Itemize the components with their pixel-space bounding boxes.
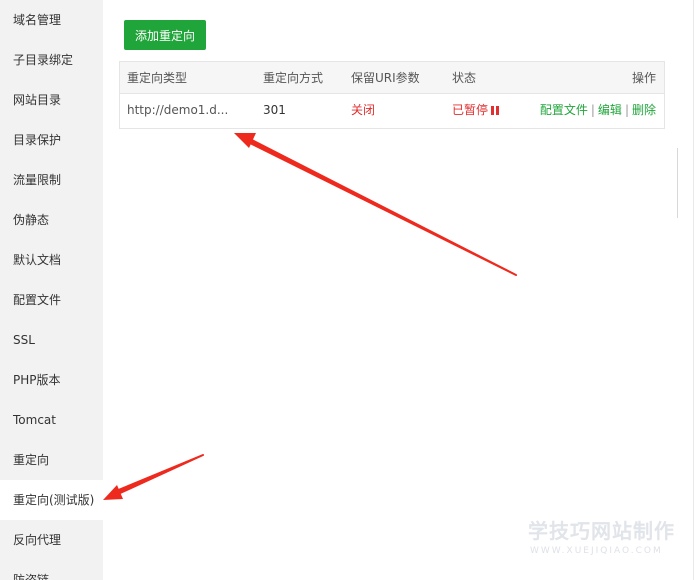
status-text: 已暂停 (452, 103, 489, 117)
delete-link[interactable]: 删除 (632, 103, 656, 117)
sidebar-item-redirect[interactable]: 重定向 (0, 440, 103, 480)
edit-link[interactable]: 编辑 (598, 103, 622, 117)
header-actions: 操作 (631, 71, 656, 85)
header-status: 状态 (452, 71, 477, 85)
action-separator: | (590, 103, 595, 117)
sidebar-item-site-directory[interactable]: 网站目录 (0, 80, 103, 120)
pause-icon (491, 106, 500, 115)
config-file-link[interactable]: 配置文件 (540, 103, 588, 117)
redirect-table: 重定向类型 重定向方式 保留URI参数 状态 操作 http://demo1.d… (119, 61, 665, 129)
header-redirect-type: 重定向类型 (127, 71, 188, 85)
watermark-sub-text: WWW.XUEJIQIAO.COM (530, 546, 663, 556)
table-header: 重定向类型 重定向方式 保留URI参数 状态 操作 (120, 62, 664, 94)
sidebar-item-domain[interactable]: 域名管理 (0, 0, 103, 40)
watermark: 学技巧网站制作 WWW.XUEJIQIAO.COM (528, 515, 688, 565)
sidebar-item-redirect-beta[interactable]: 重定向(测试版) (0, 480, 103, 520)
sidebar-item-directory-protection[interactable]: 目录保护 (0, 120, 103, 160)
sidebar-item-reverse-proxy[interactable]: 反向代理 (0, 520, 103, 560)
sidebar-item-rewrite[interactable]: 伪静态 (0, 200, 103, 240)
sidebar-item-ssl[interactable]: SSL (0, 320, 103, 360)
redirect-type-value: http://demo1.d... (127, 103, 229, 117)
sidebar: 域名管理 子目录绑定 网站目录 目录保护 流量限制 伪静态 默认文档 配置文件 … (0, 0, 103, 580)
action-separator: | (624, 103, 629, 117)
sidebar-item-default-document[interactable]: 默认文档 (0, 240, 103, 280)
sidebar-item-tomcat[interactable]: Tomcat (0, 400, 103, 440)
sidebar-item-subdir-binding[interactable]: 子目录绑定 (0, 40, 103, 80)
main-panel: 添加重定向 重定向类型 重定向方式 保留URI参数 状态 操作 http://d… (103, 0, 698, 580)
row-actions: 配置文件 | 编辑 | 删除 (540, 94, 656, 127)
header-keep-uri: 保留URI参数 (351, 71, 420, 85)
status-toggle[interactable]: 已暂停 (452, 94, 500, 127)
content-scrollbar[interactable] (677, 148, 678, 218)
sidebar-item-hotlink-protection[interactable]: 防盗链 (0, 560, 103, 580)
header-redirect-method: 重定向方式 (263, 71, 324, 85)
sidebar-item-config-file[interactable]: 配置文件 (0, 280, 103, 320)
keep-uri-toggle[interactable]: 关闭 (351, 94, 375, 127)
panel-border (693, 0, 694, 580)
table-row: http://demo1.d... 301 关闭 已暂停 配置文件 | 编辑 | 删除 (120, 94, 664, 127)
redirect-method-value: 301 (263, 103, 286, 117)
add-redirect-button[interactable]: 添加重定向 (124, 20, 206, 50)
watermark-main-text: 学技巧网站制作 (528, 519, 675, 543)
sidebar-item-traffic-limit[interactable]: 流量限制 (0, 160, 103, 200)
sidebar-item-php-version[interactable]: PHP版本 (0, 360, 103, 400)
